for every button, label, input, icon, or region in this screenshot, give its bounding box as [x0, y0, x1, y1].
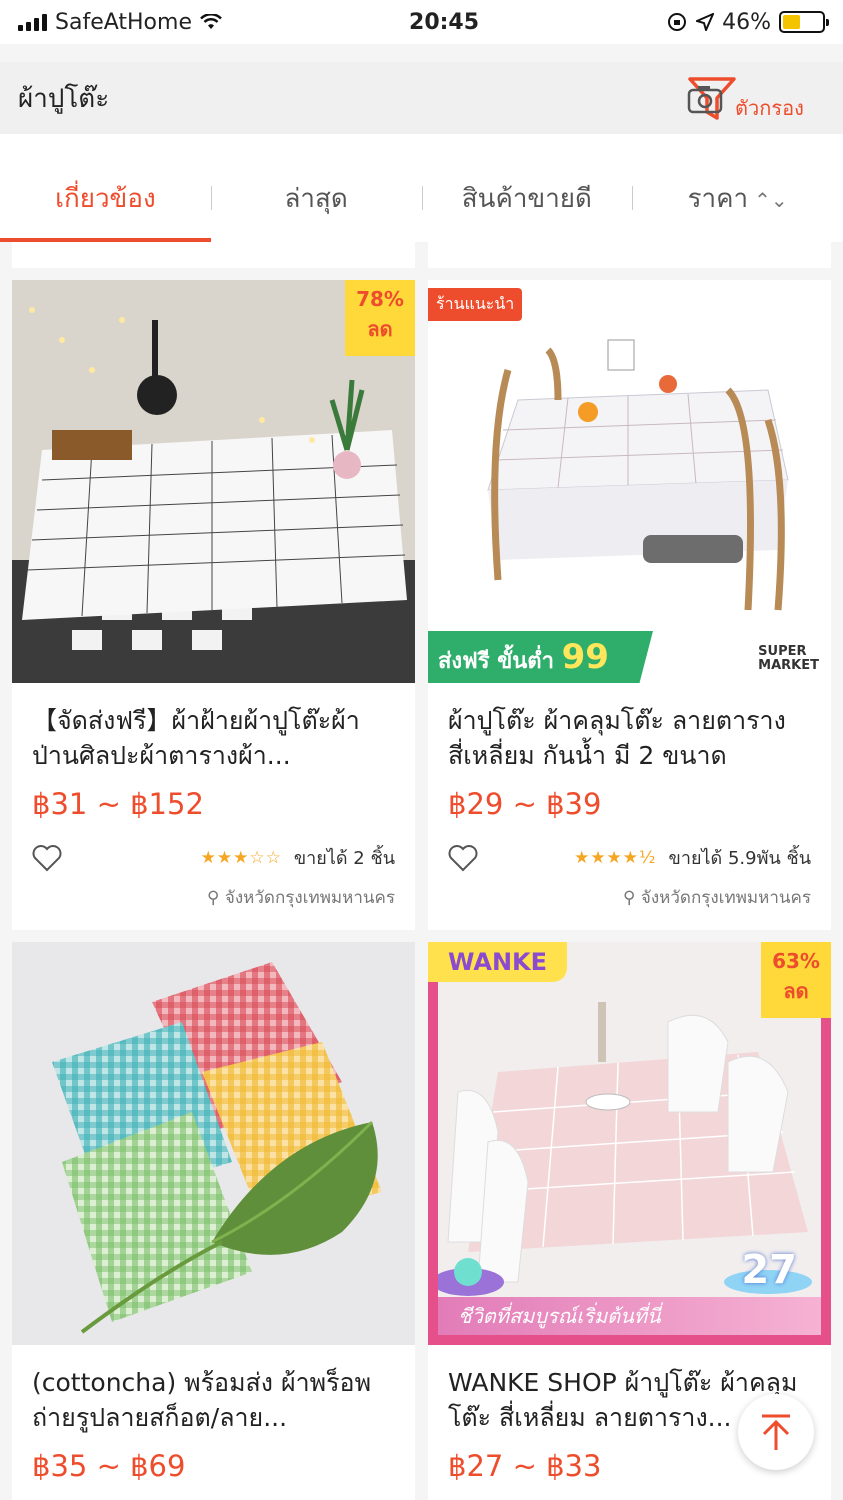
discount-badge: 63% ลด — [761, 942, 831, 1018]
location: ⚲ จังหวัดกรุงเทพมหานคร — [428, 884, 831, 911]
location-pin-icon: ⚲ — [623, 888, 641, 908]
location-arrow-icon — [696, 13, 715, 31]
shop-logo: WANKE — [428, 942, 568, 982]
clock: 20:45 — [409, 9, 480, 35]
filter-label: ตัวกรอง — [735, 96, 804, 120]
product-card[interactable]: ร้านแนะนำ ส่งฟรี ขั้นต่ำ 99 SUPER MARKET … — [428, 280, 831, 930]
battery-icon — [778, 11, 829, 33]
filter-button[interactable]: ตัวกรอง — [687, 72, 823, 124]
tab-best-selling[interactable]: สินค้าขายดี — [421, 134, 633, 242]
search-bar[interactable]: ผ้าปูโต๊ะ ตัวกรอง — [0, 62, 843, 134]
tab-label: ล่าสุด — [284, 184, 348, 214]
tab-latest[interactable]: ล่าสุด — [210, 134, 422, 242]
free-shipping-banner: ส่งฟรี ขั้นต่ำ 99 — [428, 631, 653, 683]
scroll-to-top-button[interactable] — [738, 1394, 814, 1470]
tab-label: เกี่ยวข้อง — [55, 184, 156, 214]
heart-icon[interactable] — [32, 844, 62, 872]
discount-word: ลด — [783, 979, 809, 1003]
search-query[interactable]: ผ้าปูโต๊ะ — [18, 78, 109, 119]
promo-banner: ชีวิตที่สมบูรณ์เริ่มต้นที่นี่ — [438, 1297, 821, 1335]
previous-card-peek — [428, 242, 831, 268]
sold-count: ขายได้ 2 ชิ้น — [293, 848, 395, 869]
promo-day-number: 27 — [741, 1247, 797, 1293]
heart-icon[interactable] — [448, 844, 478, 872]
product-image[interactable]: 78% ลด — [12, 280, 415, 683]
recommended-shop-badge: ร้านแนะนำ — [428, 288, 523, 321]
tab-price[interactable]: ราคา ⌃⌄ — [632, 134, 843, 242]
product-price: ฿31 ~ ฿152 — [32, 787, 204, 821]
product-image[interactable] — [12, 942, 415, 1345]
sold-count: ขายได้ 5.9พัน ชิ้น — [668, 848, 811, 869]
location-text: จังหวัดกรุงเทพมหานคร — [640, 888, 811, 908]
camera-icon[interactable] — [687, 84, 723, 114]
discount-percent: 63% — [772, 949, 820, 973]
product-card[interactable]: (cottoncha) พร้อมส่ง ผ้าพร็อพถ่ายรูปลายส… — [12, 942, 415, 1500]
tab-label: ราคา — [687, 184, 749, 214]
rating-stars: ★★★☆☆ — [200, 847, 282, 868]
supermarket-logo: SUPER MARKET — [758, 644, 819, 673]
arrow-up-icon — [762, 1414, 790, 1450]
location-pin-icon: ⚲ — [207, 888, 225, 908]
status-bar: SafeAtHome 20:45 46% — [0, 0, 843, 44]
product-title[interactable]: ผ้าปูโต๊ะ ผ้าคลุมโต๊ะ ลายตาราง สี่เหลี่ย… — [428, 703, 831, 773]
product-title[interactable]: (cottoncha) พร้อมส่ง ผ้าพร็อพถ่ายรูปลายส… — [12, 1365, 415, 1435]
signal-icon — [18, 13, 47, 31]
carrier-name: SafeAtHome — [55, 9, 192, 35]
orientation-lock-icon — [668, 13, 687, 31]
battery-percent: 46% — [722, 9, 771, 35]
free-shipping-minimum: 99 — [561, 637, 609, 677]
tab-relevant[interactable]: เกี่ยวข้อง — [0, 134, 211, 242]
product-image[interactable]: ร้านแนะนำ ส่งฟรี ขั้นต่ำ 99 SUPER MARKET — [428, 280, 831, 683]
tab-label: สินค้าขายดี — [461, 184, 592, 214]
rating-stars: ★★★★½ — [574, 847, 657, 868]
free-shipping-text: ส่งฟรี ขั้นต่ำ — [438, 649, 554, 674]
product-title[interactable]: 【จัดส่งฟรี】ผ้าฝ้ายผ้าปูโต๊ะผ้าป่านศิลปะผ… — [12, 703, 415, 773]
location-text: จังหวัดกรุงเทพมหานคร — [224, 888, 395, 908]
product-price: ฿29 ~ ฿39 — [448, 787, 602, 821]
wifi-icon — [200, 14, 222, 29]
sort-chevron-icon: ⌃⌄ — [754, 188, 788, 212]
product-image[interactable]: WANKE 63% ลด 27 ชีวิตที่สมบูรณ์เริ่มต้นที… — [428, 942, 831, 1345]
discount-word: ลด — [367, 317, 393, 341]
discount-percent: 78% — [356, 287, 404, 311]
discount-badge: 78% ลด — [345, 280, 415, 356]
product-price: ฿35 ~ ฿69 — [32, 1449, 186, 1483]
product-card[interactable]: 78% ลด 【จัดส่งฟรี】ผ้าฝ้ายผ้าปูโต๊ะผ้าป่าน… — [12, 280, 415, 930]
location: ⚲ จังหวัดกรุงเทพมหานคร — [12, 884, 415, 911]
previous-card-peek — [12, 242, 415, 268]
sort-tabs: เกี่ยวข้อง ล่าสุด สินค้าขายดี ราคา ⌃⌄ — [0, 134, 843, 242]
